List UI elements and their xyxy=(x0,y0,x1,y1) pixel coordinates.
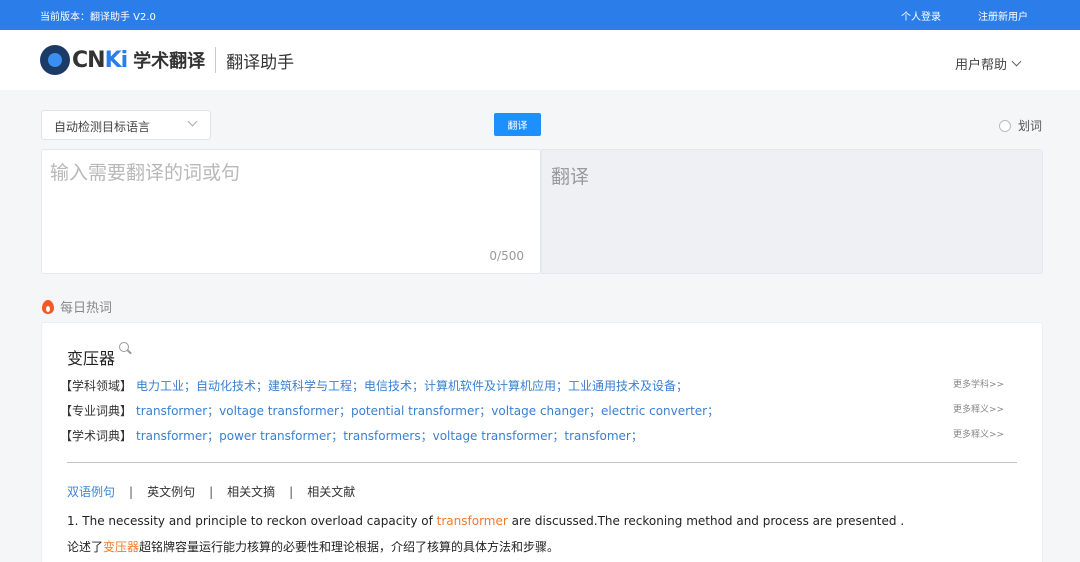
target-language-value: 自动检测目标语言 xyxy=(54,120,151,134)
translate-button[interactable]: 翻译 xyxy=(494,113,541,136)
example-zh-after: 超铭牌容量运行能力核算的必要性和理论根据，介绍了核算的具体方法和步骤。 xyxy=(139,540,560,554)
tab-bilingual-examples[interactable]: 双语例句 xyxy=(67,483,115,500)
tab-separator: | xyxy=(289,484,294,499)
logo-separator xyxy=(215,47,217,73)
professional-dict-row: 【专业词典】 transformer；voltage transformer；po… xyxy=(60,402,719,419)
subject-row: 【学科领域】 电力工业；自动化技术；建筑科学与工程；电信技术；计算机软件及计算机应… xyxy=(60,377,688,394)
example-en-highlight: transformer xyxy=(436,514,508,528)
top-bar: 当前版本：翻译助手 V2.0 个人登录 注册新用户 xyxy=(0,0,1080,30)
hot-word-card: 变压器 【学科领域】 电力工业；自动化技术；建筑科学与工程；电信技术；计算机软件及… xyxy=(41,322,1043,562)
tab-separator: | xyxy=(209,484,214,499)
row-label: 【学科领域】 xyxy=(60,379,133,393)
logo[interactable]: CNKi 学术翻译 翻译助手 xyxy=(40,44,294,76)
example-sentence-zh: 论述了变压器超铭牌容量运行能力核算的必要性和理论根据，介绍了核算的具体方法和步骤… xyxy=(67,538,559,555)
row-label: 【学术词典】 xyxy=(60,429,133,443)
hot-word-title: 变压器 xyxy=(67,349,116,368)
example-sentence-en: 1. The necessity and principle to reckon… xyxy=(67,514,904,528)
academic-dict-row: 【学术词典】 transformer；power transformer；tran… xyxy=(60,427,643,444)
more-subjects-link[interactable]: 更多学科>> xyxy=(953,377,1004,390)
more-meanings-link[interactable]: 更多释义>> xyxy=(953,427,1004,440)
character-counter: 0/500 xyxy=(489,249,524,263)
help-menu[interactable]: 用户帮助 xyxy=(955,54,1022,73)
translation-placeholder: 翻译 xyxy=(551,166,590,188)
row-values[interactable]: 电力工业；自动化技术；建筑科学与工程；电信技术；计算机软件及计算机应用；工业通用… xyxy=(136,379,688,393)
target-language-select[interactable]: 自动检测目标语言 xyxy=(41,110,211,140)
word-select-toggle[interactable]: 划词 xyxy=(999,117,1042,134)
logo-text: CNKi xyxy=(72,47,129,73)
row-values[interactable]: transformer；power transformer；transforme… xyxy=(136,429,643,443)
login-link[interactable]: 个人登录 xyxy=(901,8,941,23)
example-zh-before: 论述了 xyxy=(67,540,104,554)
search-icon[interactable] xyxy=(119,342,129,352)
row-values[interactable]: transformer；voltage transformer；potentia… xyxy=(136,404,719,418)
divider xyxy=(67,462,1017,463)
version-label: 当前版本：翻译助手 V2.0 xyxy=(40,12,156,23)
radio-icon[interactable] xyxy=(999,119,1011,132)
source-text-input[interactable] xyxy=(50,158,530,238)
word-select-label: 划词 xyxy=(1018,119,1043,133)
cnki-logo-icon xyxy=(40,45,70,75)
example-en-after: are discussed.The reckoning method and p… xyxy=(507,514,905,528)
chevron-down-icon xyxy=(1011,56,1022,67)
hot-words-title: 每日热词 xyxy=(60,301,113,316)
tab-related-literature[interactable]: 相关文献 xyxy=(307,483,355,500)
source-text-panel: 0/500 xyxy=(41,149,541,274)
translation-output-panel: 翻译 xyxy=(541,149,1043,274)
logo-text-i: Ki xyxy=(104,47,129,73)
logo-name: 学术翻译 xyxy=(133,51,206,72)
register-link[interactable]: 注册新用户 xyxy=(978,8,1028,23)
tab-english-examples[interactable]: 英文例句 xyxy=(147,483,195,500)
chevron-down-icon xyxy=(187,116,198,127)
help-label: 用户帮助 xyxy=(955,58,1008,73)
more-meanings-link[interactable]: 更多释义>> xyxy=(953,402,1004,415)
hot-words-header: 每日热词 xyxy=(42,297,112,316)
row-label: 【专业词典】 xyxy=(60,404,133,418)
tab-separator: | xyxy=(129,484,134,499)
logo-subtitle: 翻译助手 xyxy=(226,52,295,73)
example-en-before: 1. The necessity and principle to reckon… xyxy=(67,514,437,528)
flame-icon xyxy=(42,299,54,314)
example-tabs: 双语例句 | 英文例句 | 相关文摘 | 相关文献 xyxy=(67,483,355,500)
header: CNKi 学术翻译 翻译助手 用户帮助 xyxy=(0,30,1080,90)
tab-related-abstracts[interactable]: 相关文摘 xyxy=(227,483,275,500)
logo-text-prefix: CN xyxy=(72,47,106,73)
example-zh-highlight: 变压器 xyxy=(103,540,140,554)
